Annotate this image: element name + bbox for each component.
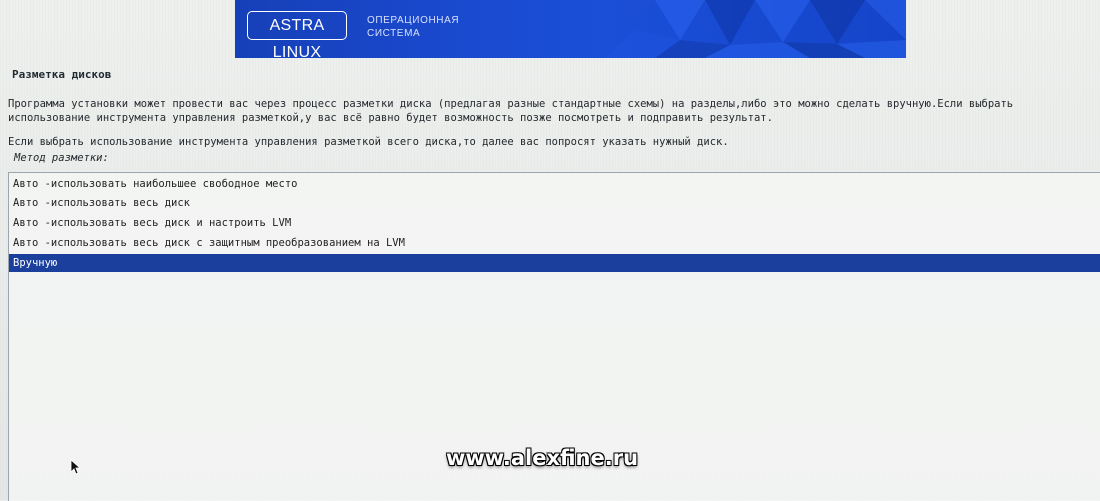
- page-title: Разметка дисков: [12, 68, 112, 81]
- method-option-largest-free-space[interactable]: Авто -использовать наибольшее свободное …: [9, 175, 1100, 193]
- astra-linux-banner: ASTRA LINUX ОПЕРАЦИОННАЯ СИСТЕМА: [235, 0, 906, 58]
- method-option-manual[interactable]: Вручную: [9, 254, 1100, 272]
- method-option-entire-disk-encrypted-lvm[interactable]: Авто -использовать весь диск с защитным …: [9, 234, 1100, 252]
- partition-method-label: Метод разметки:: [14, 152, 109, 164]
- logo-subtitle-line2: СИСТЕМА: [367, 28, 421, 39]
- description-paragraph-2: Если выбрать использование инструмента у…: [8, 136, 729, 148]
- logo-subtitle: ОПЕРАЦИОННАЯ СИСТЕМА: [367, 14, 459, 40]
- method-option-entire-disk-lvm[interactable]: Авто -использовать весь диск и настроить…: [9, 214, 1100, 232]
- description-paragraph-1: Программа установки может провести вас ч…: [8, 98, 1020, 124]
- logo-subtitle-line1: ОПЕРАЦИОННАЯ: [367, 15, 460, 26]
- mouse-pointer-icon: [70, 459, 82, 475]
- astra-linux-logo: ASTRA LINUX: [247, 11, 347, 58]
- method-option-entire-disk[interactable]: Авто -использовать весь диск: [9, 194, 1100, 212]
- installer-screen: ASTRA LINUX ОПЕРАЦИОННАЯ СИСТЕМА Разметк…: [0, 0, 1100, 501]
- watermark-text: www.alexfine.ru: [446, 446, 639, 470]
